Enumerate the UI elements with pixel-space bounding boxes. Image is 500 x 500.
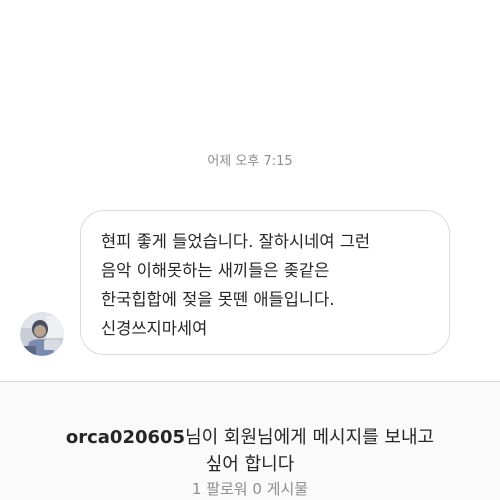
message-line: 신경쓰지마세여 (101, 319, 208, 338)
request-username[interactable]: orca020605 (66, 427, 185, 448)
message-line: 현피 좋게 들었습니다. 잘하시네여 그런 (101, 232, 371, 251)
message-request-panel: orca020605님이 회원님에게 메시지를 보내고 싶어 합니다 1 팔로워… (0, 382, 500, 500)
request-text-line2: 싶어 합니다 (205, 454, 295, 475)
message-line: 음악 이해못하는 새끼들은 좆같은 (101, 261, 330, 280)
message-line: 한국힙합에 젖을 못뗀 애들입니다. (101, 290, 335, 309)
message-timestamp: 어제 오후 7:15 (207, 154, 293, 169)
request-text-line1: 님이 회원님에게 메시지를 보내고 (185, 427, 435, 448)
message-bubble[interactable]: 현피 좋게 들었습니다. 잘하시네여 그런 음악 이해못하는 새끼들은 좆같은 … (80, 210, 450, 355)
dm-thread-screen: 어제 오후 7:15 현피 좋게 들었습니다. 잘하시네여 그런 음악 이해못하… (0, 0, 500, 500)
avatar-photo (20, 312, 64, 356)
message-request-text: orca020605님이 회원님에게 메시지를 보내고 싶어 합니다 (0, 424, 500, 478)
sender-stats: 1 팔로워 0 게시물 (191, 480, 309, 498)
sender-avatar[interactable] (20, 312, 64, 356)
